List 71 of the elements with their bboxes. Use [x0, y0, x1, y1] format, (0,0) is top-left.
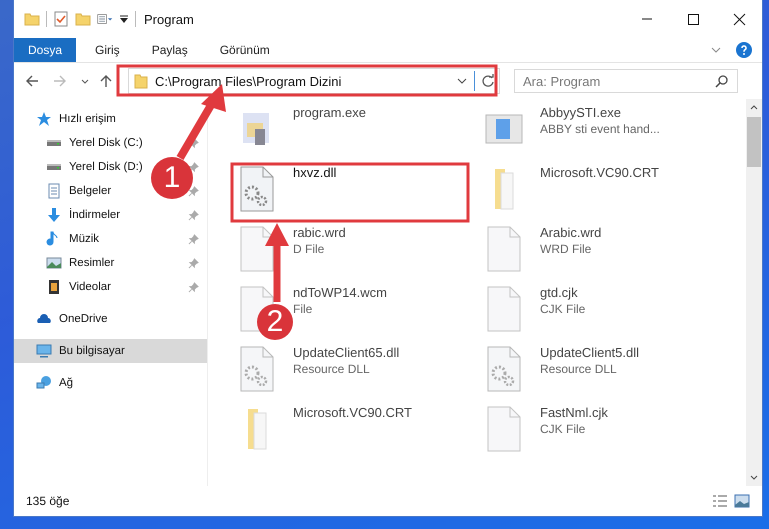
file-name[interactable]: Arabic.wrd: [540, 225, 602, 240]
pin-icon[interactable]: [188, 186, 199, 196]
sidebar-item[interactable]: İndirmeler: [69, 209, 120, 221]
pin-icon[interactable]: [188, 282, 199, 292]
download-icon: [46, 207, 62, 223]
folder-icon[interactable]: [75, 11, 91, 27]
file-name[interactable]: rabic.wrd: [293, 225, 346, 240]
file-type: Resource DLL: [293, 362, 371, 376]
document-icon: [46, 183, 62, 199]
sidebar-item[interactable]: Yerel Disk (D:): [69, 161, 143, 173]
sidebar-item[interactable]: Müzik: [69, 233, 100, 245]
network-icon: [36, 375, 52, 391]
pin-icon[interactable]: [188, 258, 199, 268]
scroll-thumb[interactable]: [747, 117, 761, 167]
sidebar-item[interactable]: Resimler: [69, 257, 114, 269]
file-type: File: [293, 302, 314, 316]
item-count: 135 öğe: [26, 494, 70, 508]
address-field[interactable]: C:\Program Files\Program Dizini: [128, 68, 500, 94]
number-badge: 1: [151, 157, 193, 199]
ribbon-tab[interactable]: Dosya: [14, 38, 76, 62]
dropdown-icon[interactable]: [119, 14, 129, 24]
landscape-icon: [46, 255, 62, 271]
film-icon: [46, 279, 62, 295]
file-type: Resource DLL: [540, 362, 618, 376]
file-name[interactable]: Microsoft.VC90.CRT: [293, 405, 412, 420]
ribbon-tab[interactable]: Giriş: [82, 38, 133, 62]
file-type: CJK File: [540, 422, 586, 436]
monitor-icon: [36, 343, 52, 359]
ribbon-tab[interactable]: Paylaş: [138, 38, 201, 62]
details-view-icon[interactable]: [712, 493, 728, 509]
folder-icon[interactable]: [24, 11, 40, 27]
up-arrow-icon[interactable]: [98, 73, 114, 89]
file-type: CJK File: [540, 302, 586, 316]
sidebar-item[interactable]: Ağ: [59, 377, 74, 389]
drive-icon: [46, 163, 62, 171]
file-name[interactable]: ndToWP14.wcm: [293, 285, 387, 300]
checklist-icon[interactable]: [53, 11, 69, 27]
sidebar-item[interactable]: Yerel Disk (C:): [69, 137, 143, 149]
refresh-icon[interactable]: [481, 74, 495, 88]
pin-icon[interactable]: [188, 210, 199, 220]
file-type: WRD File: [540, 242, 592, 256]
search-icon[interactable]: [715, 74, 729, 88]
ribbon-tab[interactable]: Görünüm: [206, 38, 283, 62]
help-icon[interactable]: [736, 42, 752, 58]
sidebar-item[interactable]: Hızlı erişim: [59, 113, 116, 125]
number-badge: 2: [257, 304, 293, 340]
file-name[interactable]: FastNml.cjk: [540, 405, 608, 420]
search-field[interactable]: Ara: Program: [514, 69, 738, 93]
file-type: ABBY sti event hand...: [540, 122, 660, 136]
file-type: D File: [293, 242, 326, 256]
back-arrow-icon[interactable]: [24, 73, 40, 89]
window-title: Program: [144, 12, 194, 26]
sidebar-item[interactable]: Belgeler: [69, 185, 112, 197]
sidebar-item[interactable]: OneDrive: [59, 313, 108, 325]
drive-icon: [46, 139, 62, 147]
sidebar-item[interactable]: Videolar: [69, 281, 111, 293]
file-name[interactable]: AbbyySTI.exe: [540, 105, 660, 120]
star-icon: [36, 111, 52, 127]
file-name[interactable]: UpdateClient5.dll: [540, 345, 640, 360]
pin-icon[interactable]: [188, 234, 199, 244]
forward-arrow-icon[interactable]: [52, 73, 68, 89]
file-name[interactable]: gtd.cjk: [540, 285, 586, 300]
file-name[interactable]: UpdateClient65.dll: [293, 345, 400, 360]
scrollbar[interactable]: [746, 99, 762, 486]
large-icons-view-icon[interactable]: [734, 493, 750, 509]
folder-icon: [133, 73, 149, 89]
file-name[interactable]: program.exe: [293, 105, 366, 120]
file-name[interactable]: hxvz.dll: [293, 165, 336, 180]
sidebar-item[interactable]: Bu bilgisayar: [59, 345, 125, 357]
pin-icon[interactable]: [188, 162, 199, 172]
file-name[interactable]: Microsoft.VC90.CRT: [540, 165, 659, 180]
